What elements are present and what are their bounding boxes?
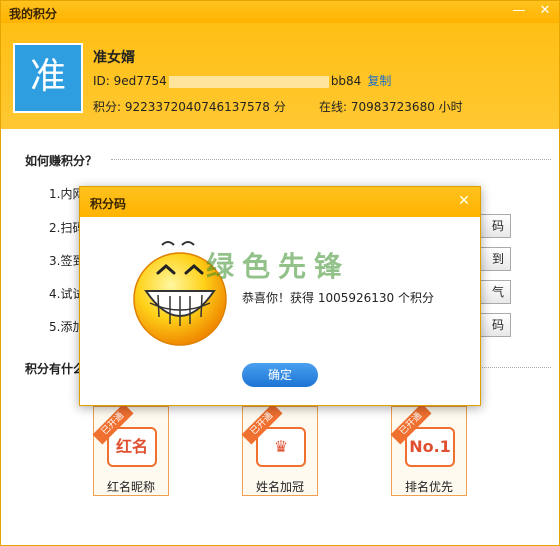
profile-header: 准 准女婿 ID: 9ed7754 bb84 复制 积分: 922337204074…	[1, 23, 559, 129]
close-button[interactable]: ✕	[535, 2, 555, 20]
user-id: ID: 9ed7754 bb84 复制	[93, 72, 391, 89]
divider	[111, 159, 551, 160]
user-id-suffix: bb84	[330, 74, 362, 88]
dialog-message: 恭喜你！获得 1005926130 个积分	[242, 291, 434, 305]
user-id-prefix: ID: 9ed7754	[93, 74, 167, 88]
privilege-card-red-name[interactable]: 红名 已开通 红名昵称	[92, 403, 169, 496]
privilege-card-rank[interactable]: No.1 已开通 排名优先	[390, 403, 467, 496]
ok-button[interactable]: 确定	[242, 363, 318, 387]
points-total: 积分: 9223372040746137578 分	[93, 100, 286, 114]
earn-heading: 如何赚积分？	[25, 154, 98, 168]
window-title: 我的积分	[9, 7, 58, 21]
id-redaction	[168, 75, 329, 88]
dialog-close-button[interactable]: ✕	[456, 193, 472, 209]
red-name-icon: 红名	[107, 427, 157, 467]
use-heading: 积分有什么	[25, 362, 86, 376]
crown-icon: ♛	[256, 427, 306, 467]
title-bar: 我的积分 — ✕	[1, 1, 559, 23]
watermark-text: 绿色先锋	[206, 250, 351, 283]
avatar: 准	[13, 43, 83, 113]
card-label: 红名昵称	[106, 480, 155, 494]
card-label: 排名优先	[404, 480, 453, 494]
no1-icon: No.1	[405, 427, 455, 467]
online-hours: 在线: 70983723680 小时	[319, 100, 463, 114]
dialog-title-bar: 积分码 ✕	[80, 187, 480, 217]
minimize-button[interactable]: —	[509, 2, 529, 20]
dialog-title: 积分码	[90, 197, 127, 211]
privilege-card-crown[interactable]: ♛ 已开通 姓名加冠	[241, 403, 318, 496]
copy-link[interactable]: 复制	[367, 74, 391, 88]
points-window: 我的积分 — ✕ 准 准女婿 ID: 9ed7754 bb84 复制 积分: 922…	[0, 0, 560, 546]
user-name: 准女婿	[93, 50, 135, 66]
card-label: 姓名加冠	[255, 480, 304, 494]
points-code-dialog: 积分码 ✕ 绿色先锋 恭喜你！获得 1005926130 个积分 确定	[79, 186, 481, 406]
